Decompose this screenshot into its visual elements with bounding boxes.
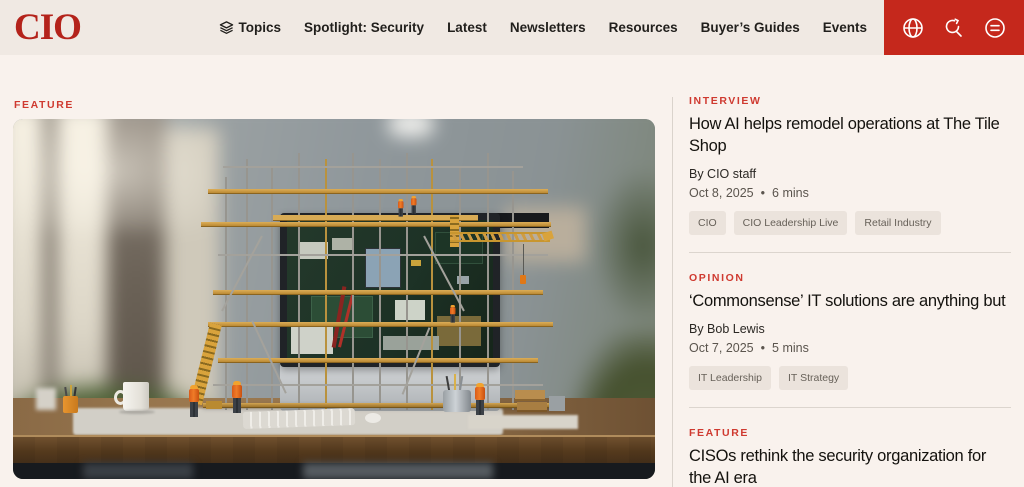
globe-icon[interactable]: [901, 16, 925, 40]
article-title[interactable]: How AI helps remodel operations at The T…: [689, 114, 1011, 158]
content-divider: [672, 97, 673, 487]
nav-item-resources[interactable]: Resources: [609, 20, 678, 35]
article-card-cisos-ai-era: FEATURE CISOs rethink the security organ…: [689, 407, 1011, 487]
article-kicker: OPINION: [689, 272, 1011, 284]
article-read-time: 5 mins: [772, 341, 809, 355]
nav-item-events[interactable]: Events: [823, 20, 867, 35]
tag-it-leadership[interactable]: IT Leadership: [689, 366, 771, 390]
article-tags: CIO CIO Leadership Live Retail Industry: [689, 211, 1011, 235]
nav-label: Topics: [239, 20, 282, 35]
article-title[interactable]: CISOs rethink the security organization …: [689, 446, 1011, 487]
nav-item-topics[interactable]: Topics: [219, 20, 282, 35]
article-title[interactable]: ‘Commonsense’ IT solutions are anything …: [689, 291, 1011, 313]
main-nav: Topics Spotlight: Security Latest Newsle…: [219, 20, 867, 35]
cio-logo[interactable]: CIO: [14, 9, 81, 46]
layers-icon: [219, 20, 234, 35]
nav-item-newsletters[interactable]: Newsletters: [510, 20, 586, 35]
article-kicker: FEATURE: [689, 427, 1011, 439]
nav-item-buyers-guides[interactable]: Buyer’s Guides: [701, 20, 800, 35]
article-meta: Oct 7, 2025 • 5 mins: [689, 341, 1011, 355]
article-meta: Oct 8, 2025 • 6 mins: [689, 186, 1011, 200]
menu-icon[interactable]: [983, 16, 1007, 40]
article-date: Oct 7, 2025: [689, 341, 754, 355]
search-icon[interactable]: [942, 16, 966, 40]
sidebar-article-list: INTERVIEW How AI helps remodel operation…: [689, 95, 1011, 487]
tag-it-strategy[interactable]: IT Strategy: [779, 366, 848, 390]
article-byline: By CIO staff: [689, 167, 1011, 181]
article-card-commonsense-it: OPINION ‘Commonsense’ IT solutions are a…: [689, 252, 1011, 407]
article-date: Oct 8, 2025: [689, 186, 754, 200]
nav-item-latest[interactable]: Latest: [447, 20, 487, 35]
meta-separator: •: [761, 341, 765, 355]
tag-cio[interactable]: CIO: [689, 211, 726, 235]
article-tags: IT Leadership IT Strategy: [689, 366, 1011, 390]
meta-separator: •: [761, 186, 765, 200]
header-action-box: [884, 0, 1024, 55]
top-navigation-bar: CIO Topics Spotlight: Security Latest Ne…: [0, 0, 1024, 55]
tag-retail-industry[interactable]: Retail Industry: [855, 211, 940, 235]
feature-kicker: FEATURE: [14, 99, 74, 111]
nav-item-spotlight-security[interactable]: Spotlight: Security: [304, 20, 424, 35]
tag-cio-leadership-live[interactable]: CIO Leadership Live: [734, 211, 848, 235]
article-read-time: 6 mins: [772, 186, 809, 200]
article-card-tile-shop: INTERVIEW How AI helps remodel operation…: [689, 95, 1011, 252]
feature-hero-image[interactable]: [13, 119, 655, 479]
article-kicker: INTERVIEW: [689, 95, 1011, 107]
article-byline: By Bob Lewis: [689, 322, 1011, 336]
